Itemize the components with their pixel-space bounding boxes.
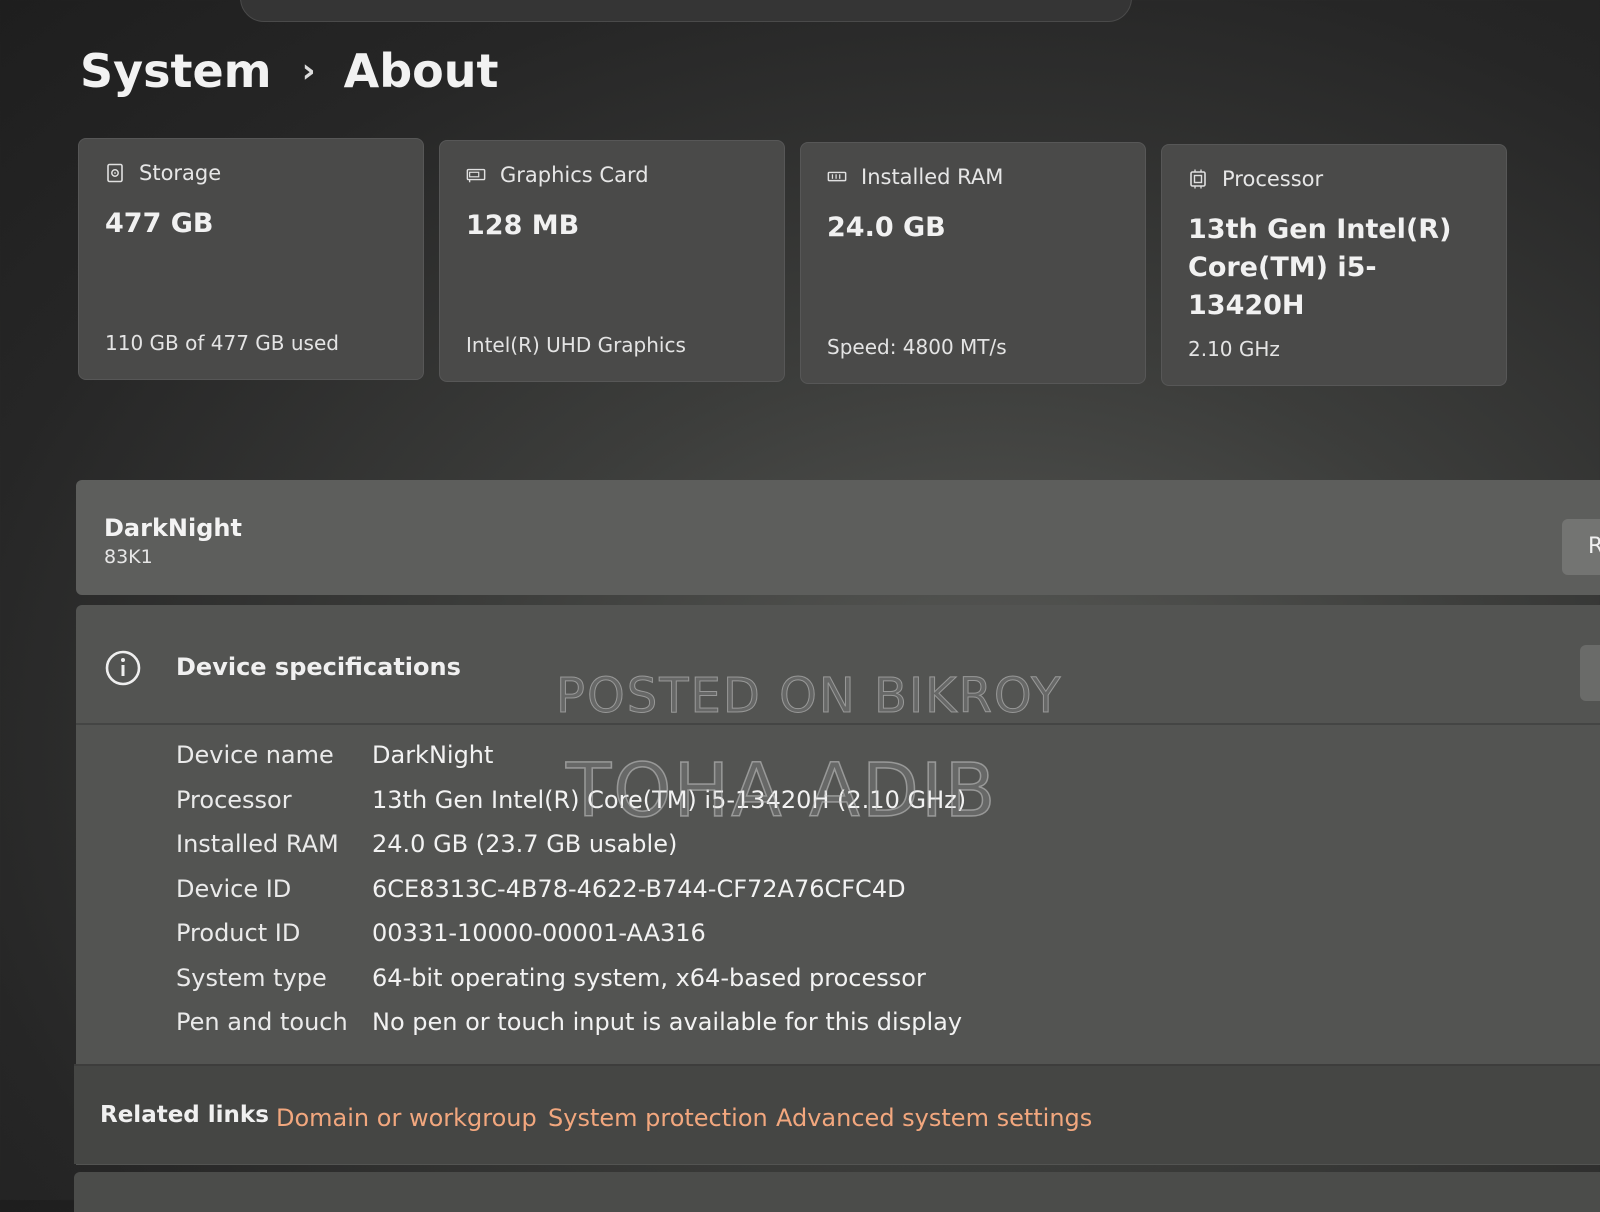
copy-button[interactable]	[1580, 645, 1600, 701]
device-specifications-title: Device specifications	[176, 653, 461, 681]
ram-card[interactable]: Installed RAM 24.0 GB Speed: 4800 MT/s	[800, 142, 1146, 384]
processor-card[interactable]: Processor 13th Gen Intel(R) Core(TM) i5-…	[1161, 144, 1507, 386]
storage-card[interactable]: Storage 477 GB 110 GB of 477 GB used	[78, 138, 424, 380]
ram-card-label: Installed RAM	[861, 165, 1004, 189]
device-name-row: DarkNight 83K1	[76, 480, 1600, 595]
storage-card-value: 477 GB	[105, 208, 214, 239]
device-name: DarkNight	[104, 514, 242, 542]
spec-value: DarkNight	[372, 741, 494, 769]
graphics-card-label: Graphics Card	[500, 163, 649, 187]
storage-icon	[105, 163, 125, 183]
processor-card-label: Processor	[1222, 167, 1324, 191]
spec-label: Product ID	[176, 919, 301, 947]
device-model: 83K1	[104, 546, 153, 568]
breadcrumb: System › About	[80, 44, 499, 98]
ram-icon	[827, 167, 847, 187]
watermark-line2: TOHA ADIB	[565, 747, 998, 835]
rename-button[interactable]: R	[1562, 519, 1600, 575]
storage-card-sub: 110 GB of 477 GB used	[105, 331, 339, 355]
graphics-card-card[interactable]: Graphics Card 128 MB Intel(R) UHD Graphi…	[439, 140, 785, 382]
spec-label: Device name	[176, 741, 334, 769]
spec-value: 00331-10000-00001-AA316	[372, 919, 706, 947]
graphics-card-sub: Intel(R) UHD Graphics	[466, 333, 686, 357]
graphics-card-icon	[466, 165, 486, 185]
advanced-system-settings-link[interactable]: Advanced system settings	[776, 1104, 1092, 1132]
breadcrumb-parent[interactable]: System	[80, 44, 272, 98]
storage-card-label: Storage	[139, 161, 222, 185]
ram-card-sub: Speed: 4800 MT/s	[827, 335, 1007, 359]
spec-value: No pen or touch input is available for t…	[372, 1008, 963, 1036]
spec-label: Installed RAM	[176, 830, 339, 858]
spec-label: Processor	[176, 785, 292, 814]
next-section-card	[74, 1172, 1600, 1212]
processor-card-value: 13th Gen Intel(R) Core(TM) i5-13420H	[1188, 214, 1452, 321]
chevron-right-icon: ›	[301, 51, 316, 91]
info-icon	[104, 649, 142, 691]
spec-label: Device ID	[176, 874, 292, 903]
ram-card-value: 24.0 GB	[827, 212, 946, 243]
graphics-card-value: 128 MB	[466, 210, 580, 241]
spec-value: 6CE8313C-4B78-4622-B744-CF72A76CFC4D	[372, 874, 906, 903]
system-protection-link[interactable]: System protection	[548, 1104, 768, 1132]
domain-or-workgroup-link[interactable]: Domain or workgroup	[276, 1104, 537, 1132]
page-title: About	[343, 44, 499, 98]
search-bar[interactable]	[240, 0, 1132, 22]
processor-icon	[1188, 169, 1208, 189]
watermark-line1: POSTED ON BIKROY	[555, 668, 1063, 725]
related-links: Related links Domain or workgroup System…	[74, 1064, 1600, 1164]
processor-card-sub: 2.10 GHz	[1188, 337, 1280, 361]
spec-value: 64-bit operating system, x64-based proce…	[372, 963, 926, 992]
spec-value: 24.0 GB (23.7 GB usable)	[372, 830, 678, 858]
spec-label: Pen and touch	[176, 1008, 348, 1036]
related-links-label: Related links	[100, 1102, 269, 1128]
spec-label: System type	[176, 963, 327, 992]
